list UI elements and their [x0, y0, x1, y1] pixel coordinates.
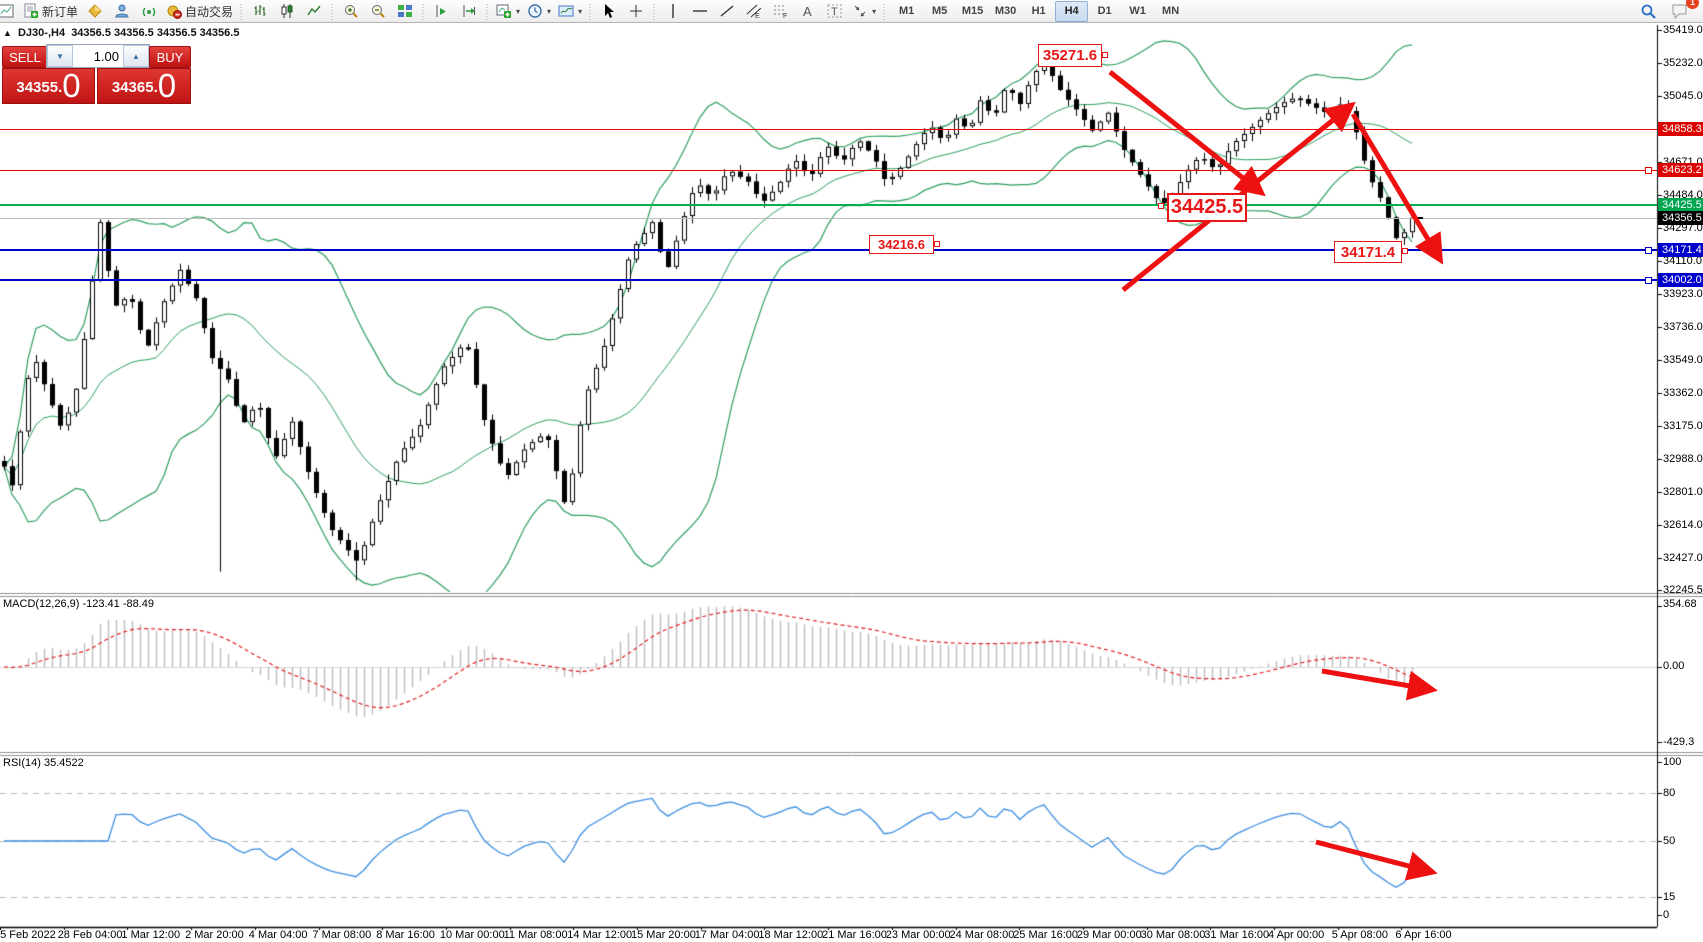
buy-price-big-digit: 0	[158, 71, 176, 101]
ohlc-high: 34356.5	[114, 27, 154, 39]
buy-button[interactable]: BUY	[149, 46, 191, 68]
volume-value[interactable]: 1.00	[73, 45, 123, 67]
buy-price-main: 34365	[112, 75, 154, 101]
symbol-period-label: DJ30-,H4	[18, 27, 65, 39]
annotation-handle[interactable]	[1102, 52, 1108, 58]
sell-price-big-digit: 0	[62, 71, 80, 101]
trend-arrow-1[interactable]	[1110, 72, 1258, 190]
ohlc-low: 34356.5	[157, 27, 197, 39]
collapse-arrow-icon[interactable]: ▲	[3, 28, 12, 38]
trend-arrow-4[interactable]	[1322, 671, 1428, 689]
metatrader-window: 新订单 自动交易	[0, 0, 1703, 942]
volume-increase-button[interactable]: ▲	[123, 45, 149, 67]
sell-price-main: 34355	[16, 75, 58, 101]
sell-price-button[interactable]: 34355.0	[2, 68, 95, 104]
buy-price-button[interactable]: 34365.0	[97, 68, 191, 104]
annotation-handle[interactable]	[934, 241, 940, 247]
price-annotation-34216.6[interactable]: 34216.6	[869, 235, 934, 254]
one-click-trading-panel: SELL ▼ 1.00 ▲ BUY 34355.0 34365.0	[2, 44, 189, 100]
ohlc-open: 34356.5	[71, 27, 111, 39]
trend-arrow-5[interactable]	[1316, 842, 1428, 871]
annotation-handle[interactable]	[1402, 248, 1408, 254]
trend-arrow-3[interactable]	[1353, 114, 1438, 256]
price-annotation-35271.6[interactable]: 35271.6	[1038, 44, 1102, 67]
price-annotation-34171.4[interactable]: 34171.4	[1334, 241, 1402, 263]
volume-stepper: ▼ 1.00 ▲	[46, 44, 150, 68]
chart-header: ▲ DJ30-,H4 34356.5 34356.5 34356.5 34356…	[3, 27, 239, 39]
volume-decrease-button[interactable]: ▼	[47, 45, 73, 67]
ohlc-close: 34356.5	[200, 27, 240, 39]
trend-arrows-layer	[0, 0, 1703, 942]
annotation-handle[interactable]	[1158, 203, 1164, 209]
price-annotation-34425.5[interactable]: 34425.5	[1167, 193, 1247, 222]
sell-button[interactable]: SELL	[2, 46, 48, 68]
